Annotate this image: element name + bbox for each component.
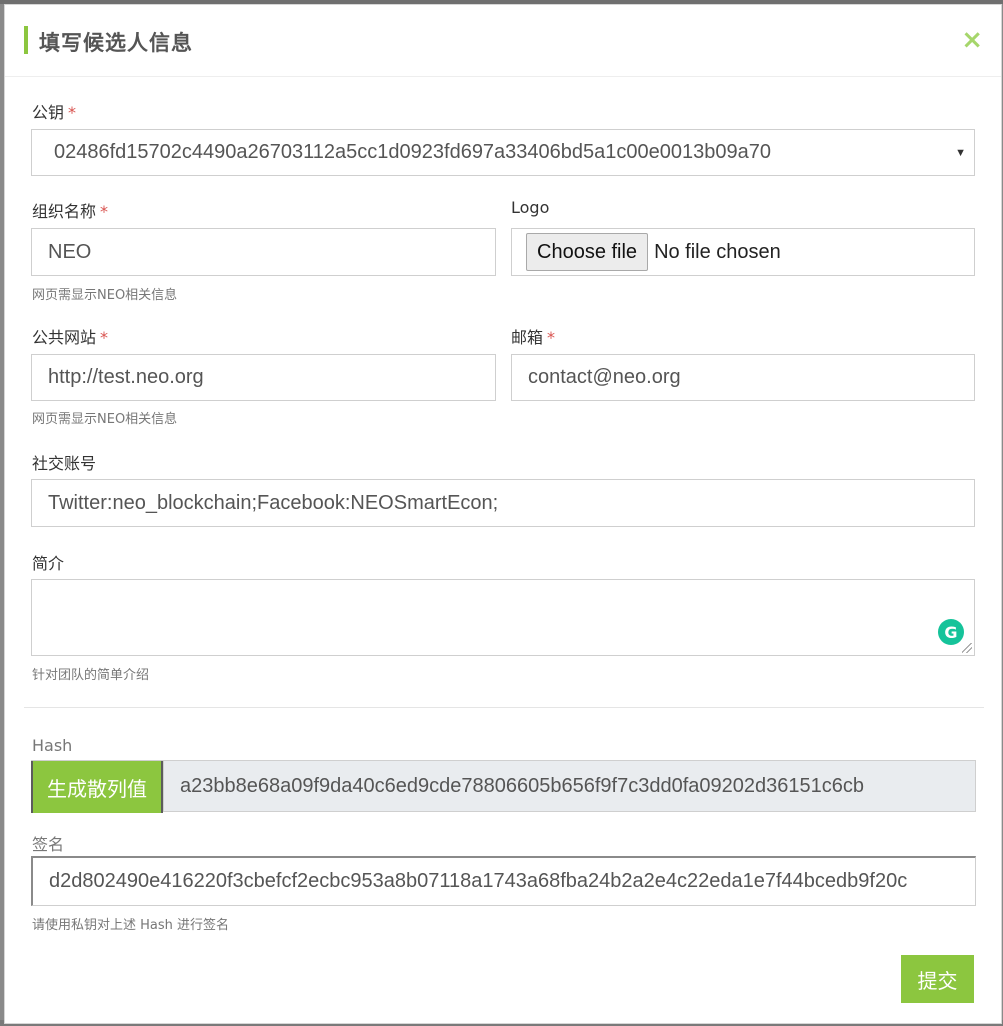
hash-label: Hash <box>32 736 73 755</box>
public-key-select[interactable]: 02486fd15702c4490a26703112a5cc1d0923fd69… <box>31 129 975 176</box>
signature-label: 签名 <box>32 835 65 854</box>
submit-button[interactable]: 提交 <box>901 955 974 1003</box>
website-value: http://test.neo.org <box>48 366 204 388</box>
resize-handle-icon[interactable] <box>962 643 972 653</box>
chevron-down-icon: ▼ <box>955 146 966 159</box>
social-value: Twitter:neo_blockchain;Facebook:NEOSmart… <box>48 491 499 514</box>
email-input[interactable]: contact@neo.org <box>511 354 975 401</box>
required-mark: * <box>100 328 109 347</box>
close-icon[interactable]: × <box>961 27 983 53</box>
public-key-label: 公钥 * <box>32 99 76 123</box>
email-label: 邮箱 * <box>511 324 555 348</box>
signature-value: d2d802490e416220f3cbefcf2ecbc953a8b07118… <box>49 870 908 892</box>
modal-title: 填写候选人信息 <box>39 31 193 55</box>
section-divider <box>24 707 984 708</box>
website-label: 公共网站 * <box>32 324 108 348</box>
generate-hash-button[interactable]: 生成散列值 <box>31 761 163 813</box>
hash-output: a23bb8e68a09f9da40c6ed9cde78806605b656f9… <box>163 761 976 812</box>
signature-hint: 请使用私钥对上述 Hash 进行签名 <box>32 918 230 933</box>
intro-textarea[interactable]: G <box>31 579 975 656</box>
org-name-label: 组织名称 * <box>32 198 108 222</box>
candidate-info-modal: 填写候选人信息 × 公钥 * 02486fd15702c4490a26703112… <box>4 4 1002 1024</box>
social-input[interactable]: Twitter:neo_blockchain;Facebook:NEOSmart… <box>31 479 975 527</box>
required-mark: * <box>68 103 77 122</box>
public-key-value: 02486fd15702c4490a26703112a5cc1d0923fd69… <box>54 141 772 163</box>
public-key-label-text: 公钥 <box>32 103 65 122</box>
choose-file-button[interactable]: Choose file <box>526 233 649 271</box>
title-accent-bar <box>24 26 28 54</box>
org-name-input[interactable]: NEO <box>31 228 496 276</box>
file-status: No file chosen <box>654 240 781 263</box>
modal-header: 填写候选人信息 × <box>5 5 1001 77</box>
website-label-text: 公共网站 <box>32 328 97 347</box>
hash-input-group: 生成散列值 a23bb8e68a09f9da40c6ed9cde78806605… <box>31 760 976 813</box>
website-hint: 网页需显示NEO相关信息 <box>32 412 178 427</box>
grammarly-icon[interactable]: G <box>938 619 964 645</box>
email-label-text: 邮箱 <box>511 328 544 347</box>
intro-label: 简介 <box>32 554 65 573</box>
social-label: 社交账号 <box>32 454 97 473</box>
signature-input[interactable]: d2d802490e416220f3cbefcf2ecbc953a8b07118… <box>31 856 976 906</box>
email-value: contact@neo.org <box>528 366 681 388</box>
logo-file-input[interactable]: Choose file No file chosen <box>511 228 975 276</box>
required-mark: * <box>547 328 556 347</box>
website-input[interactable]: http://test.neo.org <box>31 354 496 401</box>
org-name-label-text: 组织名称 <box>32 202 97 221</box>
org-name-hint: 网页需显示NEO相关信息 <box>32 288 178 303</box>
org-name-value: NEO <box>48 240 92 263</box>
logo-label: Logo <box>511 198 550 217</box>
required-mark: * <box>100 202 109 221</box>
intro-hint: 针对团队的简单介绍 <box>32 668 150 683</box>
